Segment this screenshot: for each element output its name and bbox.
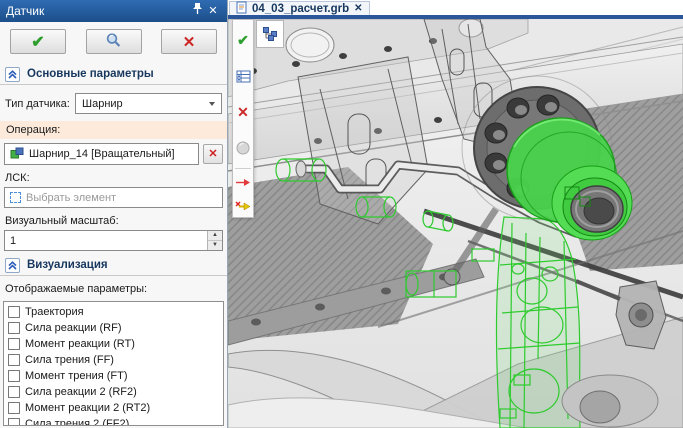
document-icon (236, 1, 247, 17)
sphere-icon (236, 141, 250, 155)
pin-icon[interactable] (189, 2, 205, 20)
select-element-icon (10, 192, 21, 203)
document-tab[interactable]: 04_03_расчет.grb ✕ (229, 1, 370, 15)
panel-title: Датчик (6, 4, 189, 18)
toolbar-separator (235, 168, 251, 169)
sensor-panel: Датчик ✕ ✔ ✕ Основные параметры (0, 0, 228, 428)
param-item-ft[interactable]: Момент трения (FT) (4, 368, 223, 384)
param-label: Сила трения 2 (FF2) (25, 418, 129, 426)
sensor-type-value: Шарнир (82, 98, 209, 110)
param-label: Момент реакции (RT) (25, 338, 135, 350)
lcs-placeholder: Выбрать элемент (26, 192, 116, 204)
param-label: Сила реакции 2 (RF2) (25, 386, 137, 398)
viewport-cancel-button[interactable]: ✕ (233, 94, 253, 130)
operation-value: Шарнир_14 [Вращательный] (29, 148, 175, 160)
cancel-button[interactable]: ✕ (161, 29, 217, 54)
section-main-parameters: Основные параметры (0, 64, 227, 85)
param-item-rt[interactable]: Момент реакции (RT) (4, 336, 223, 352)
param-item-trajectory[interactable]: Траектория (4, 304, 223, 320)
checkbox[interactable] (8, 338, 20, 350)
checkbox[interactable] (8, 370, 20, 382)
axis-select-button[interactable] (233, 193, 253, 215)
visual-scale-input[interactable]: 1 ▲ ▼ (4, 230, 223, 251)
x-axis-button[interactable] (233, 171, 253, 193)
visual-scale-value: 1 (5, 231, 207, 250)
collapse-icon[interactable] (5, 258, 20, 273)
tab-bar: 04_03_расчет.grb ✕ (228, 0, 683, 19)
cancel-icon: ✕ (183, 33, 196, 51)
preview-icon (105, 32, 122, 51)
panel-titlebar: Датчик ✕ (0, 0, 227, 22)
spinner: ▲ ▼ (207, 231, 222, 250)
param-item-rf[interactable]: Сила реакции (RF) (4, 320, 223, 336)
operation-icon (10, 147, 24, 162)
ok-icon: ✔ (31, 32, 44, 52)
dropdown-icon (209, 102, 215, 106)
collapse-icon[interactable] (5, 67, 20, 82)
section-visualization: Визуализация (0, 255, 227, 276)
sensor-type-row: Тип датчика: Шарнир (5, 93, 222, 114)
operation-field[interactable]: Шарнир_14 [Вращательный] (4, 143, 199, 165)
tab-title: 04_03_расчет.grb (252, 3, 349, 15)
operation-label: Операция: (0, 121, 227, 139)
sensor-type-select[interactable]: Шарнир (75, 93, 222, 114)
checkbox[interactable] (8, 322, 20, 334)
preview-disabled-button (233, 130, 253, 166)
apply-button[interactable]: ✔ (233, 22, 253, 58)
close-icon[interactable]: ✕ (205, 3, 221, 19)
checkbox[interactable] (8, 386, 20, 398)
3d-scene (228, 19, 683, 428)
param-item-rt2[interactable]: Момент реакции 2 (RT2) (4, 400, 223, 416)
apply-icon: ✔ (237, 32, 249, 49)
panel-button-row: ✔ ✕ (0, 22, 227, 60)
structure-button[interactable] (256, 20, 284, 48)
operation-row: Шарнир_14 [Вращательный] ✕ (4, 143, 223, 165)
work-area: 04_03_расчет.grb ✕ (228, 0, 683, 428)
section-title: Основные параметры (27, 68, 154, 80)
param-item-ff2[interactable]: Сила трения 2 (FF2) (4, 416, 223, 426)
lcs-label: ЛСК: (5, 172, 222, 184)
param-item-ff[interactable]: Сила трения (FF) (4, 352, 223, 368)
checkbox[interactable] (8, 418, 20, 426)
x-axis-icon (235, 177, 251, 187)
viewport-toolbar: ✔ ✕ (232, 19, 254, 218)
param-label: Момент реакции 2 (RT2) (25, 402, 150, 414)
spin-down-button[interactable]: ▼ (208, 241, 222, 250)
displayed-params-list: Траектория Сила реакции (RF) Момент реак… (3, 301, 224, 426)
param-label: Сила реакции (RF) (25, 322, 121, 334)
checkbox[interactable] (8, 402, 20, 414)
tab-close-icon[interactable]: ✕ (354, 4, 362, 14)
param-label: Траектория (25, 306, 84, 318)
ok-button[interactable]: ✔ (10, 29, 66, 54)
application-window: Датчик ✕ ✔ ✕ Основные параметры (0, 0, 683, 428)
checkbox[interactable] (8, 354, 20, 366)
section-title: Визуализация (27, 259, 108, 271)
table-icon (236, 70, 251, 83)
param-item-rf2[interactable]: Сила реакции 2 (RF2) (4, 384, 223, 400)
param-label: Сила трения (FF) (25, 354, 114, 366)
param-label: Момент трения (FT) (25, 370, 128, 382)
viewport-cancel-icon: ✕ (237, 104, 249, 121)
3d-viewport[interactable]: ✔ ✕ (228, 19, 683, 428)
checkbox[interactable] (8, 306, 20, 318)
structure-icon (262, 26, 278, 42)
spin-up-button[interactable]: ▲ (208, 231, 222, 241)
displayed-params-label: Отображаемые параметры: (5, 283, 222, 295)
visual-scale-label: Визуальный масштаб: (5, 215, 222, 227)
preview-button[interactable] (86, 29, 142, 54)
table-button[interactable] (233, 58, 253, 94)
axis-select-icon (235, 198, 251, 210)
lcs-select-field[interactable]: Выбрать элемент (4, 187, 223, 208)
remove-operation-button[interactable]: ✕ (203, 144, 223, 164)
sensor-type-label: Тип датчика: (5, 98, 71, 110)
